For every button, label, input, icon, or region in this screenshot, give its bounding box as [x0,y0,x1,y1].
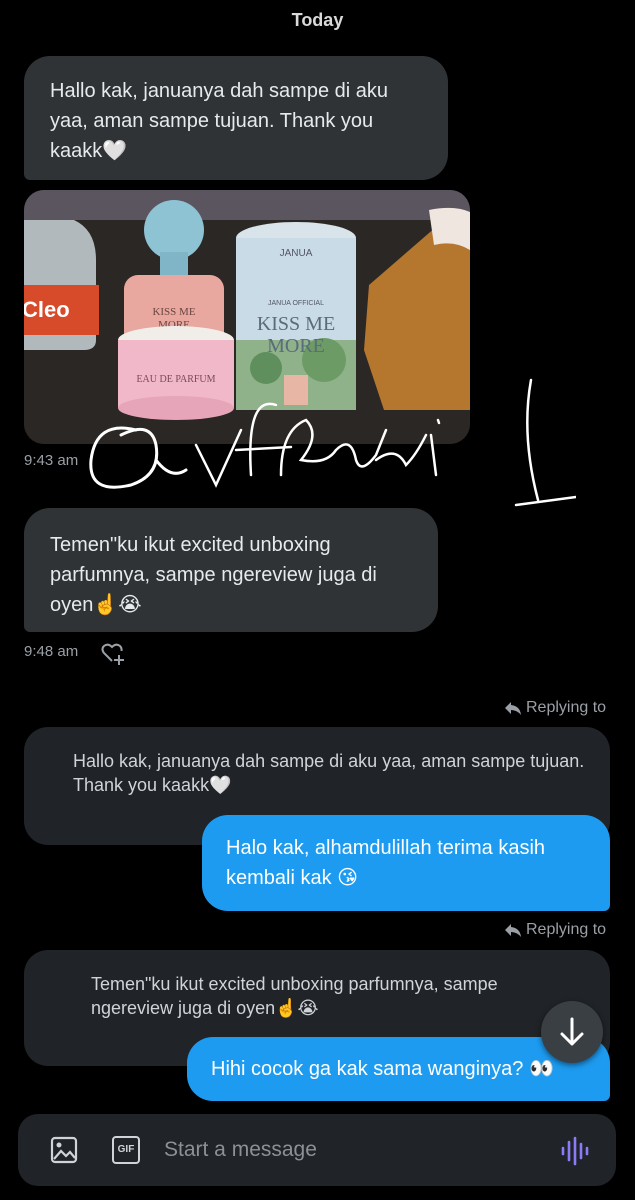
incoming-message[interactable]: Hallo kak, januanya dah sampe di aku yaa… [24,56,448,180]
replying-to-label: Replying to [504,921,606,939]
arrow-down-icon [560,1017,584,1046]
tube-line-text: JANUA OFFICIAL [268,300,324,307]
voice-wave-icon [561,1136,589,1166]
message-text: Hihi cocok ga kak sama wanginya? 👀 [211,1058,554,1080]
photo-attachment[interactable]: Cleo KISS ME MORE EAU DE PARFUM JANUA JA… [24,190,470,444]
message-text: Halo kak, alhamdulillah terima kasih kem… [226,837,546,889]
bottle-title-1: KISS ME [152,306,195,318]
reply-arrow-icon [505,701,521,715]
replying-to-label: Replying to [504,699,606,717]
tube-title-1: KISS ME [257,313,335,335]
replying-to-text: Replying to [526,699,607,716]
bottle-label-text: Cleo [24,297,70,322]
scroll-to-bottom-button[interactable] [541,1001,603,1063]
box-label-text: EAU DE PARFUM [136,374,215,385]
replying-to-text: Replying to [526,921,607,938]
tube-title-2: MORE [267,335,325,357]
add-image-button[interactable] [50,1136,78,1169]
image-icon [50,1136,78,1164]
voice-message-button[interactable] [560,1136,590,1171]
message-timestamp: 9:48 am [24,643,79,660]
react-button[interactable] [100,640,126,671]
gif-button[interactable]: GIF [112,1136,140,1164]
heart-plus-icon [101,643,124,665]
date-header: Today [291,10,344,30]
outgoing-message[interactable]: Halo kak, alhamdulillah terima kasih kem… [202,815,610,911]
tube-brand-text: JANUA [280,248,313,259]
unboxing-photo: Cleo KISS ME MORE EAU DE PARFUM JANUA JA… [24,190,470,444]
message-composer: GIF Start a message [18,1114,616,1186]
quoted-text: Temen"ku ikut excited unboxing parfumnya… [91,974,498,1018]
message-text: Hallo kak, januanya dah sampe di aku yaa… [50,80,388,162]
message-timestamp: 9:43 am [24,452,79,469]
gif-label: GIF [117,1144,135,1155]
quoted-text: Hallo kak, januanya dah sampe di aku yaa… [73,751,585,795]
incoming-message[interactable]: Temen"ku ikut excited unboxing parfumnya… [24,508,438,632]
message-text: Temen"ku ikut excited unboxing parfumnya… [50,534,377,616]
reply-arrow-icon [505,923,521,937]
message-input[interactable]: Start a message [164,1138,317,1162]
